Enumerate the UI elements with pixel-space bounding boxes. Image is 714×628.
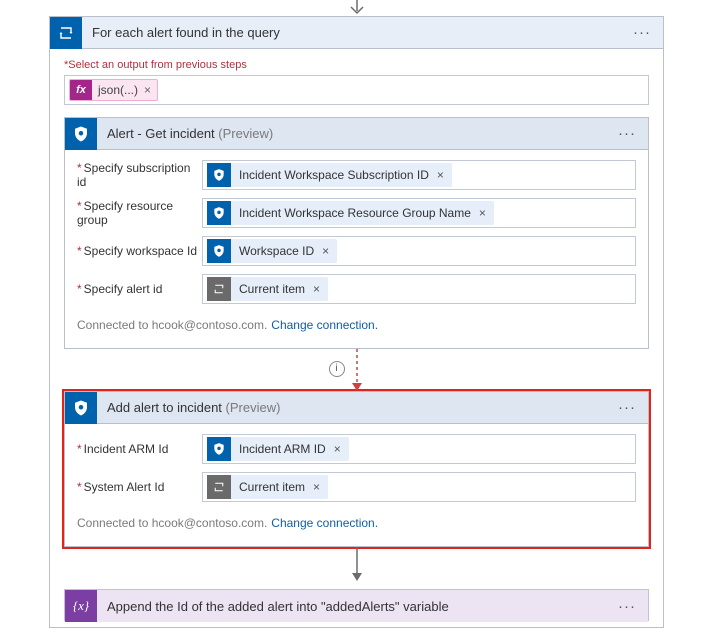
remove-token-icon[interactable]: ×: [313, 282, 328, 296]
param-label: Incident ARM Id: [77, 442, 202, 456]
remove-token-icon[interactable]: ×: [334, 442, 349, 456]
alert-field[interactable]: Current item ×: [202, 274, 636, 304]
token-text: Current item: [231, 282, 313, 296]
get-incident-title: Alert - Get incident (Preview): [97, 126, 614, 141]
param-alert: Specify alert id Current item ×: [77, 274, 636, 304]
foreach-output-field[interactable]: fx json(...) ×: [64, 75, 649, 105]
system-alert-field[interactable]: Current item ×: [202, 472, 636, 502]
connector-arrow: [50, 547, 663, 581]
remove-token-icon[interactable]: ×: [313, 480, 328, 494]
loop-item-icon: [207, 277, 231, 301]
token-text: Incident ARM ID: [231, 442, 334, 456]
param-label: Specify resource group: [77, 199, 202, 227]
workspace-field[interactable]: Workspace ID ×: [202, 236, 636, 266]
dynamic-token[interactable]: Incident ARM ID ×: [207, 437, 349, 461]
sentinel-icon: [207, 239, 231, 263]
foreach-title: For each alert found in the query: [82, 25, 629, 40]
param-arm-id: Incident ARM Id Incident ARM ID ×: [77, 434, 636, 464]
connection-text: Connected to hcook@contoso.com.: [77, 516, 267, 530]
dynamic-token[interactable]: Current item ×: [207, 475, 328, 499]
get-incident-menu-button[interactable]: ···: [614, 125, 640, 142]
get-incident-header[interactable]: Alert - Get incident (Preview) ···: [65, 118, 648, 150]
token-text: Incident Workspace Resource Group Name: [231, 206, 479, 220]
param-label: System Alert Id: [77, 480, 202, 494]
remove-token-icon[interactable]: ×: [437, 168, 452, 182]
sentinel-icon: [207, 163, 231, 187]
dashed-connector: i: [50, 349, 663, 391]
sentinel-icon: [207, 201, 231, 225]
add-alert-body: Incident ARM Id Incident ARM ID × System…: [65, 424, 648, 546]
arm-id-field[interactable]: Incident ARM ID ×: [202, 434, 636, 464]
add-alert-menu-button[interactable]: ···: [614, 399, 640, 416]
dynamic-token[interactable]: Workspace ID ×: [207, 239, 337, 263]
foreach-icon: [50, 17, 82, 49]
fx-icon: fx: [70, 79, 92, 101]
foreach-card: For each alert found in the query ··· *S…: [49, 16, 664, 628]
remove-token-icon[interactable]: ×: [479, 206, 494, 220]
change-connection-link[interactable]: Change connection.: [271, 516, 378, 530]
append-variable-card[interactable]: {x} Append the Id of the added alert int…: [64, 589, 649, 621]
outputs-label: *Select an output from previous steps: [64, 59, 649, 71]
param-label: Specify alert id: [77, 282, 202, 296]
connection-row: Connected to hcook@contoso.com. Change c…: [77, 510, 636, 540]
sentinel-icon: [65, 118, 97, 150]
append-variable-title: Append the Id of the added alert into "a…: [97, 599, 614, 614]
subscription-field[interactable]: Incident Workspace Subscription ID ×: [202, 160, 636, 190]
dynamic-token[interactable]: Incident Workspace Resource Group Name ×: [207, 201, 494, 225]
connection-row: Connected to hcook@contoso.com. Change c…: [77, 312, 636, 342]
add-alert-title: Add alert to incident (Preview): [97, 400, 614, 415]
foreach-header[interactable]: For each alert found in the query ···: [50, 17, 663, 49]
append-variable-menu-button[interactable]: ···: [614, 598, 640, 615]
foreach-body: *Select an output from previous steps fx…: [50, 49, 663, 105]
remove-token-icon[interactable]: ×: [322, 244, 337, 258]
dynamic-token[interactable]: Current item ×: [207, 277, 328, 301]
remove-token-icon[interactable]: ×: [144, 83, 157, 97]
foreach-menu-button[interactable]: ···: [629, 24, 655, 41]
add-alert-card: Add alert to incident (Preview) ··· Inci…: [64, 391, 649, 547]
sentinel-icon: [207, 437, 231, 461]
param-workspace: Specify workspace Id Workspace ID ×: [77, 236, 636, 266]
dynamic-token[interactable]: Incident Workspace Subscription ID ×: [207, 163, 452, 187]
append-variable-header[interactable]: {x} Append the Id of the added alert int…: [65, 590, 648, 622]
token-text: Incident Workspace Subscription ID: [231, 168, 437, 182]
get-incident-body: Specify subscription id Incident Workspa…: [65, 150, 648, 348]
connection-text: Connected to hcook@contoso.com.: [77, 318, 267, 332]
change-connection-link[interactable]: Change connection.: [271, 318, 378, 332]
info-icon[interactable]: i: [329, 361, 345, 377]
add-alert-header[interactable]: Add alert to incident (Preview) ···: [65, 392, 648, 424]
token-text: Current item: [231, 480, 313, 494]
param-system-alert: System Alert Id Current item ×: [77, 472, 636, 502]
param-subscription: Specify subscription id Incident Workspa…: [77, 160, 636, 190]
param-label: Specify subscription id: [77, 161, 202, 189]
resource-group-field[interactable]: Incident Workspace Resource Group Name ×: [202, 198, 636, 228]
token-text: Workspace ID: [231, 244, 322, 258]
loop-item-icon: [207, 475, 231, 499]
token-text: json(...): [92, 83, 144, 97]
sentinel-icon: [65, 392, 97, 424]
param-resource-group: Specify resource group Incident Workspac…: [77, 198, 636, 228]
param-label: Specify workspace Id: [77, 244, 202, 258]
get-incident-card: Alert - Get incident (Preview) ··· Speci…: [64, 117, 649, 349]
variable-icon: {x}: [65, 590, 97, 622]
expression-token[interactable]: fx json(...) ×: [69, 79, 158, 101]
